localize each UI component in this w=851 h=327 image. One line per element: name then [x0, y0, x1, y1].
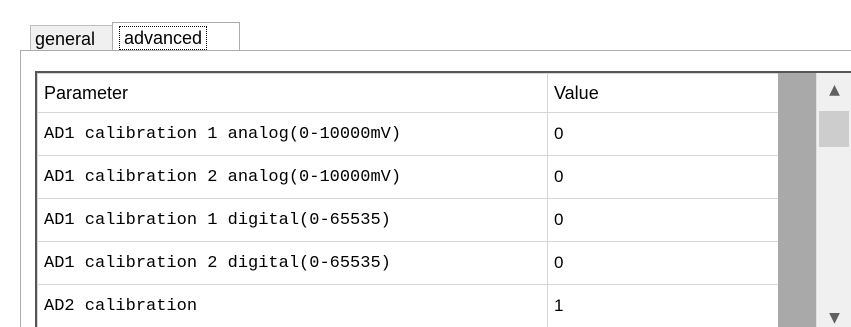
parameter-cell: AD2 calibration [37, 284, 548, 327]
parameter-cell: AD1 calibration 2 digital(0-65535) [37, 241, 548, 285]
parameter-grid: Parameter Value AD1 calibration 1 analog… [35, 71, 851, 327]
table-row[interactable]: AD1 calibration 1 analog(0-10000mV) 0 [37, 112, 779, 156]
parameter-cell: AD1 calibration 2 analog(0-10000mV) [37, 155, 548, 199]
tab-advanced[interactable]: advanced [112, 22, 240, 52]
value-cell[interactable]: 0 [547, 112, 779, 156]
cropped-caption [70, 0, 75, 13]
tab-panel-advanced: Parameter Value AD1 calibration 1 analog… [20, 50, 851, 327]
parameter-cell: AD1 calibration 1 analog(0-10000mV) [37, 112, 548, 156]
table-row[interactable]: AD1 calibration 2 digital(0-65535) 0 [37, 241, 779, 285]
parameter-table: Parameter Value AD1 calibration 1 analog… [37, 73, 779, 327]
chevron-up-icon[interactable]: ▲ [817, 75, 851, 105]
table-row[interactable]: AD2 calibration 1 [37, 284, 779, 327]
value-cell[interactable]: 0 [547, 241, 779, 285]
table-row[interactable]: AD1 calibration 2 analog(0-10000mV) 0 [37, 155, 779, 199]
parameter-cell: AD1 calibration 1 digital(0-65535) [37, 198, 548, 242]
column-header-value[interactable]: Value [547, 73, 779, 113]
scrollbar-thumb[interactable] [819, 111, 849, 147]
tab-general[interactable]: general [30, 25, 114, 51]
chevron-down-icon[interactable]: ▼ [817, 303, 851, 327]
tab-general-label: general [35, 29, 96, 49]
value-cell[interactable]: 1 [547, 284, 779, 327]
column-header-parameter[interactable]: Parameter [37, 73, 548, 113]
value-cell[interactable]: 0 [547, 198, 779, 242]
cropped-caption-text [0, 0, 851, 13]
table-row[interactable]: AD1 calibration 1 digital(0-65535) 0 [37, 198, 779, 242]
table-header-row: Parameter Value [37, 73, 779, 113]
vertical-scrollbar[interactable]: ▲ ▼ [816, 73, 851, 327]
value-cell[interactable]: 0 [547, 155, 779, 199]
tab-advanced-label: advanced [119, 26, 208, 50]
